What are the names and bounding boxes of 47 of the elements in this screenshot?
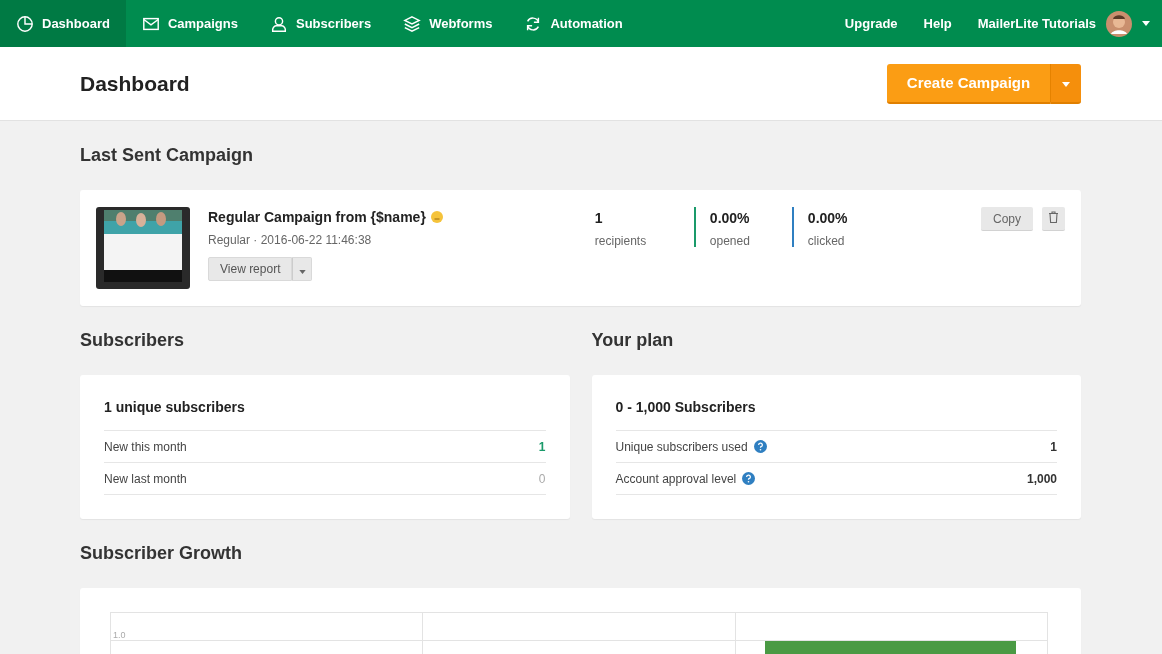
trash-icon (1048, 211, 1059, 223)
row-value: 1,000 (1026, 471, 1057, 486)
help-icon[interactable] (753, 440, 767, 453)
row-label: Account approval level (615, 471, 737, 486)
stat-label: recipients (594, 234, 647, 248)
stat-value: 0.00% (709, 210, 750, 226)
stat-value: 0.00% (807, 210, 848, 226)
stat-value: 1 (594, 210, 604, 226)
section-title: Last Sent Campaign (80, 145, 255, 166)
nav-tab[interactable]: Dashboard (0, 0, 126, 47)
copy-button[interactable]: Copy (981, 207, 1033, 231)
row-label: Unique subscribers used (615, 439, 748, 454)
section-title: Your plan (591, 330, 675, 351)
nav-tab[interactable]: Automation (508, 0, 639, 47)
campaign-meta: Regular · 2016-06-22 11:46:38 (208, 233, 373, 247)
caret-icon (1062, 82, 1070, 87)
view-report-button[interactable]: View report (208, 257, 293, 281)
layers-icon (403, 14, 422, 33)
nav-tab[interactable]: Subscribers (254, 0, 388, 47)
stat-label: opened (709, 234, 750, 248)
caret-icon[interactable] (1142, 21, 1150, 26)
card-heading: 1 unique subscribers (104, 399, 246, 415)
section-title: Subscriber Growth (80, 543, 244, 564)
row-value: 1 (1050, 439, 1057, 454)
caret-icon (299, 269, 306, 274)
page-title: Dashboard (80, 71, 190, 96)
emoji-icon (430, 211, 443, 223)
axis-tick-label: 1.0 (113, 630, 126, 640)
nav-link[interactable]: Upgrade (844, 16, 898, 31)
account-menu-link[interactable]: MailerLite Tutorials (977, 16, 1096, 31)
user-icon (270, 14, 288, 33)
campaign-name: Regular Campaign from {$name} (208, 209, 426, 225)
nav-tab[interactable]: Webforms (387, 0, 509, 47)
dropdown-button[interactable] (1050, 63, 1081, 104)
nav-tab[interactable]: Campaigns (125, 0, 254, 47)
card-heading: 0 - 1,000 Subscribers (615, 399, 757, 415)
row-label: New last month (104, 471, 187, 486)
section-title: Subscribers (80, 330, 186, 351)
row-value: 0 (538, 471, 546, 486)
pie-chart-icon (16, 14, 34, 33)
row-label: New this month (104, 439, 187, 454)
row-value: 1 (538, 439, 546, 454)
help-icon[interactable] (742, 472, 756, 485)
delete-button[interactable] (1042, 207, 1065, 231)
nav-link[interactable]: Help (923, 16, 952, 31)
stat-label: clicked (807, 234, 846, 248)
avatar-icon[interactable] (1106, 10, 1132, 37)
